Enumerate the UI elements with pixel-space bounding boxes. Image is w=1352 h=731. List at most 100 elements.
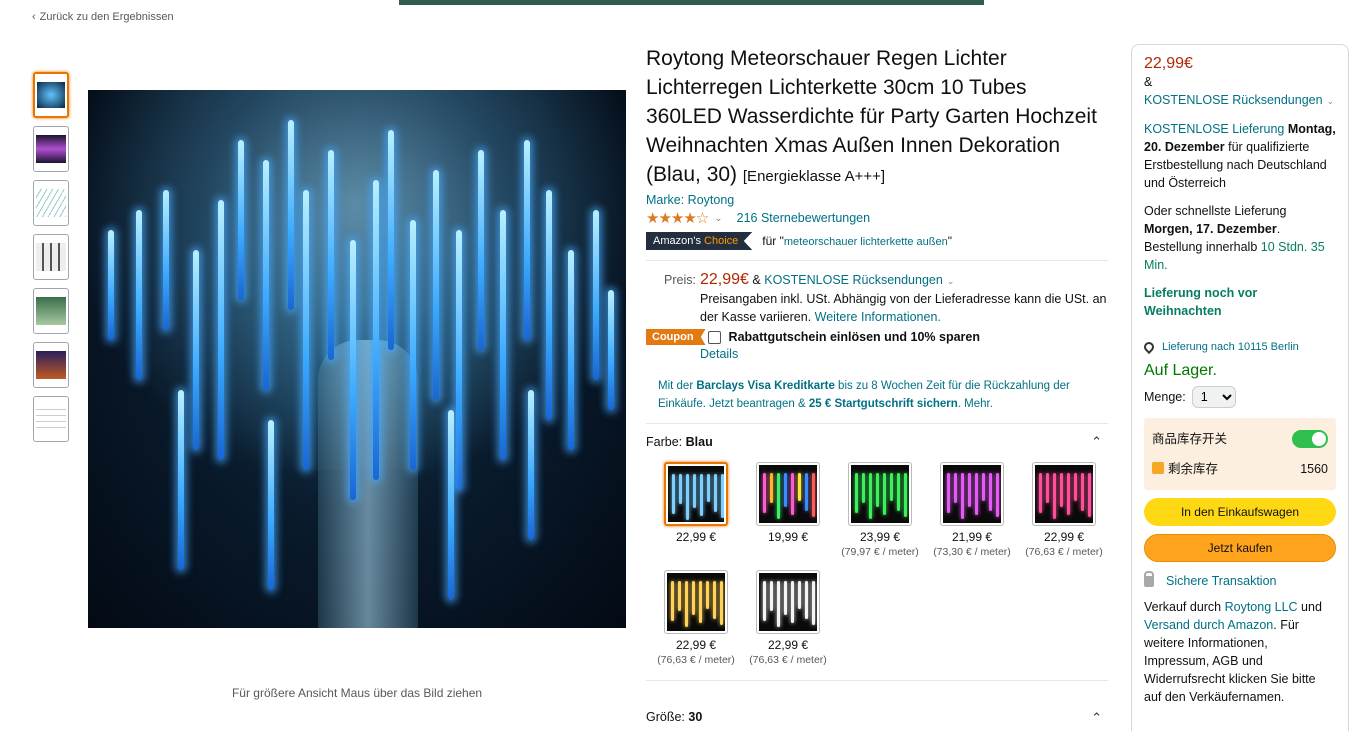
buybox-free-returns-link[interactable]: KOSTENLOSE Rücksendungen: [1144, 93, 1323, 107]
rating-count-link[interactable]: 216 Sternebewertungen: [737, 211, 870, 225]
color-option-green[interactable]: 23,99 € (79,97 € / meter): [834, 462, 926, 558]
light-tube: [193, 250, 199, 450]
light-stripe: [805, 473, 808, 511]
swatch-image: [667, 573, 725, 631]
more-info-link[interactable]: Weitere Informationen.: [815, 310, 941, 324]
rating-row: ★★★★☆ ⌄ 216 Sternebewertungen: [646, 209, 1108, 227]
thumbnail-7[interactable]: [33, 396, 69, 442]
christmas-delivery: Lieferung noch vor Weihnachten: [1144, 286, 1258, 318]
light-stripe: [770, 473, 773, 503]
thumbnail-4[interactable]: [33, 234, 69, 280]
barclays-offer[interactable]: Mit der Barclays Visa Kreditkarte bis zu…: [658, 377, 1108, 413]
light-stripe: [685, 581, 688, 627]
light-stripe: [897, 473, 900, 511]
light-stripe: [798, 473, 801, 501]
light-stripe: [1067, 473, 1070, 515]
light-tube: [238, 140, 244, 300]
brand-link[interactable]: Marke: Roytong: [646, 193, 1108, 207]
main-product-image[interactable]: [88, 90, 626, 628]
light-stripe: [996, 473, 999, 517]
location-pin-icon: [1141, 339, 1157, 355]
light-tube: [163, 190, 169, 330]
light-tube: [218, 200, 224, 460]
color-option-blue[interactable]: 22,99 €: [650, 462, 742, 558]
color-option-pink[interactable]: 22,99 € (76,63 € / meter): [1018, 462, 1110, 558]
thumbnail-6[interactable]: [33, 342, 69, 388]
chevron-down-icon[interactable]: ⌄: [947, 276, 955, 286]
stock-status: Auf Lager.: [1144, 362, 1217, 379]
coupon-details-link[interactable]: Details: [700, 347, 1108, 361]
light-stripe: [713, 581, 716, 619]
swatch-image: [759, 573, 817, 631]
shipped-by-amazon-link[interactable]: Versand durch Amazon: [1144, 618, 1273, 632]
chevron-up-icon[interactable]: ⌃: [1091, 710, 1102, 726]
divider: [646, 260, 1108, 261]
chevron-up-icon[interactable]: ⌃: [1091, 434, 1102, 450]
light-stripe: [1053, 473, 1056, 519]
light-tube: [178, 390, 184, 570]
light-tube: [568, 250, 574, 450]
light-stripe: [1074, 473, 1077, 501]
thumbnail-2[interactable]: [33, 126, 69, 172]
light-stripe: [784, 581, 787, 615]
light-stripe: [954, 473, 957, 503]
light-stripe: [763, 473, 766, 513]
thumbnail-1[interactable]: [33, 72, 69, 118]
light-stripe: [678, 581, 681, 611]
color-option-white[interactable]: 22,99 € (76,63 € / meter): [742, 570, 834, 666]
amazons-choice-row: Amazon's Choice für "meteorschauer licht…: [646, 232, 1108, 250]
thumbnail-3[interactable]: [33, 180, 69, 226]
star-rating-icon[interactable]: ★★★★☆: [646, 209, 709, 227]
light-tube: [546, 190, 552, 420]
coupon-text[interactable]: Rabattgutschein einlösen und 10% sparen: [729, 330, 980, 344]
secure-transaction[interactable]: Sichere Transaktion: [1144, 570, 1336, 590]
add-to-cart-button[interactable]: In den Einkaufswagen: [1144, 498, 1336, 526]
chevron-down-icon[interactable]: ⌄: [1327, 96, 1335, 106]
light-stripe: [876, 473, 879, 507]
light-stripe: [686, 474, 689, 520]
back-to-results-link[interactable]: ‹ Zurück zu den Ergebnissen: [32, 11, 174, 23]
light-tube: [303, 190, 309, 470]
light-tube: [108, 230, 114, 340]
price-value: 22,99€: [700, 271, 749, 288]
buy-now-button[interactable]: Jetzt kaufen: [1144, 534, 1336, 562]
size-selector-header[interactable]: Größe: 30 ⌃: [646, 710, 1108, 726]
light-stripe: [1060, 473, 1063, 507]
chevron-down-icon[interactable]: ⌄: [714, 213, 722, 224]
thumbnail-strip: [33, 72, 69, 450]
toggle-knob: [1312, 432, 1326, 446]
light-tube: [268, 420, 274, 590]
color-option-multicolor[interactable]: 19,99 €: [742, 462, 834, 558]
light-stripe: [770, 581, 773, 611]
seller-link[interactable]: Roytong LLC: [1225, 600, 1298, 614]
swatch-image: [851, 465, 909, 523]
remaining-stock-value: 1560: [1300, 462, 1328, 476]
divider: [646, 680, 1108, 681]
stock-toggle[interactable]: [1292, 430, 1328, 448]
light-stripe: [812, 473, 815, 517]
free-returns-link[interactable]: KOSTENLOSE Rücksendungen: [764, 273, 943, 287]
color-selector-header[interactable]: Farbe: Blau ⌃: [646, 434, 1108, 450]
light-stripe: [1088, 473, 1091, 517]
energy-class[interactable]: [Energieklasse A+++]: [743, 168, 885, 185]
delivery-location[interactable]: Lieferung nach 10115 Berlin: [1141, 338, 1336, 356]
coupon-checkbox[interactable]: [707, 330, 721, 344]
quantity-select[interactable]: 1: [1191, 386, 1236, 408]
amazons-choice-badge: Amazon's Choice: [646, 232, 753, 250]
light-stripe: [671, 581, 674, 621]
zoom-hint: Für größere Ansicht Maus über das Bild z…: [231, 686, 483, 700]
color-option-purple[interactable]: 21,99 € (73,30 € / meter): [926, 462, 1018, 558]
light-stripe: [869, 473, 872, 519]
free-delivery-link[interactable]: KOSTENLOSE Lieferung: [1144, 122, 1284, 136]
delivery-info: KOSTENLOSE Lieferung Montag, 20. Dezembe…: [1144, 122, 1336, 190]
light-tube: [433, 170, 439, 400]
color-option-warm-white[interactable]: 22,99 € (76,63 € / meter): [650, 570, 742, 666]
coupon-row: Coupon Rabattgutschein einlösen und 10% …: [646, 329, 1108, 345]
light-stripe: [692, 581, 695, 615]
light-stripe: [777, 473, 780, 519]
light-tube: [500, 210, 506, 460]
light-tube: [608, 290, 614, 410]
light-stripe: [721, 474, 724, 518]
thumbnail-5[interactable]: [33, 288, 69, 334]
choice-keyword-link[interactable]: meteorschauer lichterkette außen: [784, 236, 948, 248]
